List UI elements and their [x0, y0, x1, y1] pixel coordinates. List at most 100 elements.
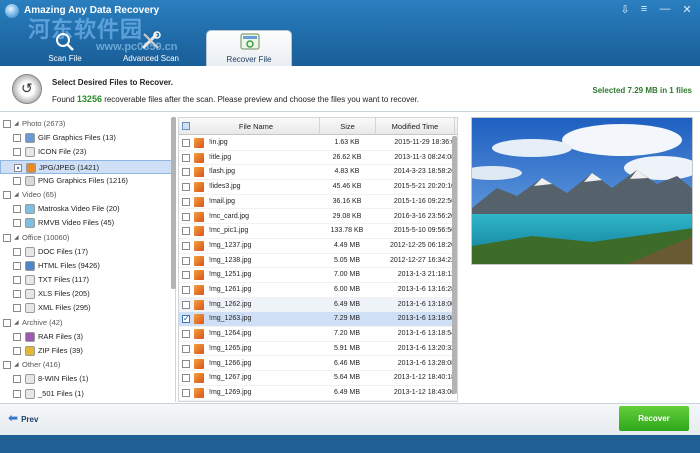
row-checkbox[interactable]	[182, 197, 190, 206]
close-icon[interactable]: ✕	[680, 3, 694, 16]
tree-checkbox[interactable]	[14, 163, 22, 172]
tree-checkbox[interactable]	[13, 290, 21, 299]
recover-button[interactable]: Recover	[619, 406, 689, 431]
table-row[interactable]: !mc_card.jpg 29.08 KB 2016-3-16 23:56:20	[179, 210, 455, 225]
tree-label: Archive (42)	[22, 317, 63, 327]
tree-checkbox[interactable]	[3, 318, 11, 327]
file-type-tree[interactable]: ◢ Photo (2673) GIF Graphics Files (13) ICON…	[0, 117, 176, 402]
table-row[interactable]: !mg_1237.jpg 4.49 MB 2012-12-25 06:18:20	[179, 239, 455, 254]
row-checkbox[interactable]	[182, 374, 190, 383]
tree-checkbox[interactable]	[13, 134, 21, 143]
row-checkbox[interactable]	[182, 183, 190, 192]
table-row[interactable]: !lash.jpg 4.83 KB 2014-3-23 18:58:26	[179, 165, 455, 181]
menu-icon[interactable]: ≡	[637, 3, 651, 15]
row-checkbox[interactable]	[182, 286, 190, 294]
tree-checkbox[interactable]	[3, 233, 11, 242]
row-checkbox[interactable]	[182, 227, 190, 236]
tree-item[interactable]: XML Files (295)	[0, 301, 175, 315]
row-checkbox[interactable]	[182, 256, 190, 265]
expand-icon[interactable]: ◢	[14, 316, 19, 330]
row-checkbox[interactable]	[182, 330, 190, 339]
tree-item[interactable]: RAR Files (3)	[0, 330, 175, 344]
column-header-modified-time[interactable]: Modified Time	[376, 118, 455, 135]
prev-button[interactable]: ⬅ Prev	[8, 408, 38, 428]
row-checkbox[interactable]	[182, 271, 190, 280]
table-row[interactable]: !mg_1266.jpg 6.46 MB 2013-1-6 13:28:08	[179, 357, 455, 372]
tree-checkbox[interactable]	[13, 219, 21, 228]
table-row[interactable]: !mg_1264.jpg 7.20 MB 2013-1-6 13:18:54	[179, 327, 455, 342]
file-modified-time: 2014-3-23 18:58:26	[393, 168, 455, 176]
row-checkbox[interactable]	[182, 388, 190, 397]
download-icon[interactable]: ⇩	[618, 3, 632, 16]
table-row[interactable]: !mg_1267.jpg 5.64 MB 2013-1-12 18:40:18	[179, 371, 455, 386]
tree-item[interactable]: GIF Graphics Files (13)	[0, 131, 175, 145]
tree-item[interactable]: TXT Files (117)	[0, 273, 175, 287]
row-checkbox[interactable]	[182, 300, 190, 309]
tree-item[interactable]: DOC Files (17)	[0, 245, 175, 259]
tree-scrollbar[interactable]	[171, 117, 176, 289]
row-checkbox[interactable]	[182, 153, 190, 162]
table-row[interactable]: !mg_1261.jpg 6.00 MB 2013-1-6 13:16:28	[179, 283, 455, 298]
row-checkbox[interactable]	[182, 212, 190, 221]
table-row[interactable]: !mg_1238.jpg 5.05 MB 2012-12-27 16:34:22	[179, 254, 455, 269]
tree-checkbox[interactable]	[3, 361, 11, 370]
tree-checkbox[interactable]	[13, 261, 21, 270]
row-checkbox[interactable]	[182, 241, 190, 250]
table-row[interactable]: !mg_1251.jpg 7.00 MB 2013-1-3 21:18:12	[179, 268, 455, 283]
tree-checkbox[interactable]	[3, 120, 11, 128]
tree-checkbox[interactable]	[13, 304, 21, 313]
row-checkbox[interactable]	[182, 312, 190, 327]
table-row[interactable]: !mc_pic1.jpg 133.78 KB 2015-5-10 09:56:56	[179, 224, 455, 239]
table-row[interactable]: !mg_1269.jpg 6.49 MB 2013-1-12 18:43:06	[179, 386, 455, 401]
minimize-icon[interactable]: —	[658, 3, 672, 15]
tree-item[interactable]: JPG/JPEG (1421)	[0, 159, 175, 174]
tree-item[interactable]: ICON File (23)	[0, 145, 175, 159]
tree-item[interactable]: 8-WIN Files (1)	[0, 372, 175, 386]
tree-checkbox[interactable]	[13, 176, 21, 185]
tree-item[interactable]: XLS Files (205)	[0, 287, 175, 301]
tree-item[interactable]: PNG Graphics Files (1216)	[0, 174, 175, 188]
tab-advanced-scan[interactable]: Advanced Scan	[108, 30, 194, 66]
expand-icon[interactable]: ◢	[14, 188, 19, 202]
tree-item[interactable]: ZIP Files (39)	[0, 344, 175, 358]
row-checkbox[interactable]	[182, 139, 190, 147]
column-header-size[interactable]: Size	[320, 118, 376, 135]
tree-item[interactable]: _501 Files (1)	[0, 387, 175, 401]
tree-checkbox[interactable]	[13, 347, 21, 355]
tree-item[interactable]: Matroska Video File (20)	[0, 202, 175, 216]
tree-checkbox[interactable]	[3, 190, 11, 199]
tab-scan-file[interactable]: Scan File	[22, 30, 108, 66]
row-checkbox[interactable]	[182, 168, 190, 177]
table-row[interactable]: !mg_1263.jpg 7.29 MB 2013-1-6 13:18:08	[179, 312, 455, 327]
tree-checkbox[interactable]	[13, 247, 21, 256]
table-row[interactable]: !itle.jpg 26.62 KB 2013-11-3 08:24:08	[179, 151, 455, 166]
file-type-icon	[25, 218, 35, 229]
tab-recover-file[interactable]: Recover File	[206, 30, 292, 66]
tree-checkbox[interactable]	[13, 375, 21, 384]
tree-checkbox[interactable]	[13, 276, 21, 285]
tree-checkbox[interactable]	[13, 332, 21, 341]
table-row[interactable]: !mg_1265.jpg 5.91 MB 2013-1-6 13:20:32	[179, 342, 455, 357]
tree-group[interactable]: ◢ Office (10060)	[0, 231, 175, 245]
table-row[interactable]: !lides3.jpg 45.46 KB 2015-5-21 20:20:10	[179, 180, 455, 195]
tree-group[interactable]: ◢ Photo (2673)	[0, 117, 175, 131]
table-scrollbar[interactable]	[452, 136, 457, 394]
tree-item[interactable]: HTML Files (9426)	[0, 259, 175, 273]
tree-checkbox[interactable]	[13, 205, 21, 214]
column-header-file-name[interactable]: File Name	[193, 118, 320, 135]
tree-item[interactable]: RMVB Video Files (45)	[0, 216, 175, 230]
tree-checkbox[interactable]	[13, 389, 21, 398]
expand-icon[interactable]: ◢	[14, 358, 19, 372]
table-row[interactable]: !in.jpg 1.63 KB 2015-11-29 18:36:0	[179, 136, 455, 151]
expand-icon[interactable]: ◢	[14, 231, 19, 245]
tree-group[interactable]: ◢ Other (416)	[0, 358, 175, 372]
table-row[interactable]: !mg_1262.jpg 6.49 MB 2013-1-6 13:18:00	[179, 297, 455, 313]
tree-checkbox[interactable]	[13, 148, 21, 157]
row-checkbox[interactable]	[182, 344, 190, 353]
select-all-checkbox[interactable]	[182, 122, 190, 130]
tree-group[interactable]: ◢ Archive (42)	[0, 316, 175, 330]
tree-group[interactable]: ◢ Video (65)	[0, 188, 175, 202]
expand-icon[interactable]: ◢	[14, 117, 19, 131]
row-checkbox[interactable]	[182, 359, 190, 368]
table-row[interactable]: !mail.jpg 36.16 KB 2015-1-16 09:22:56	[179, 195, 455, 210]
